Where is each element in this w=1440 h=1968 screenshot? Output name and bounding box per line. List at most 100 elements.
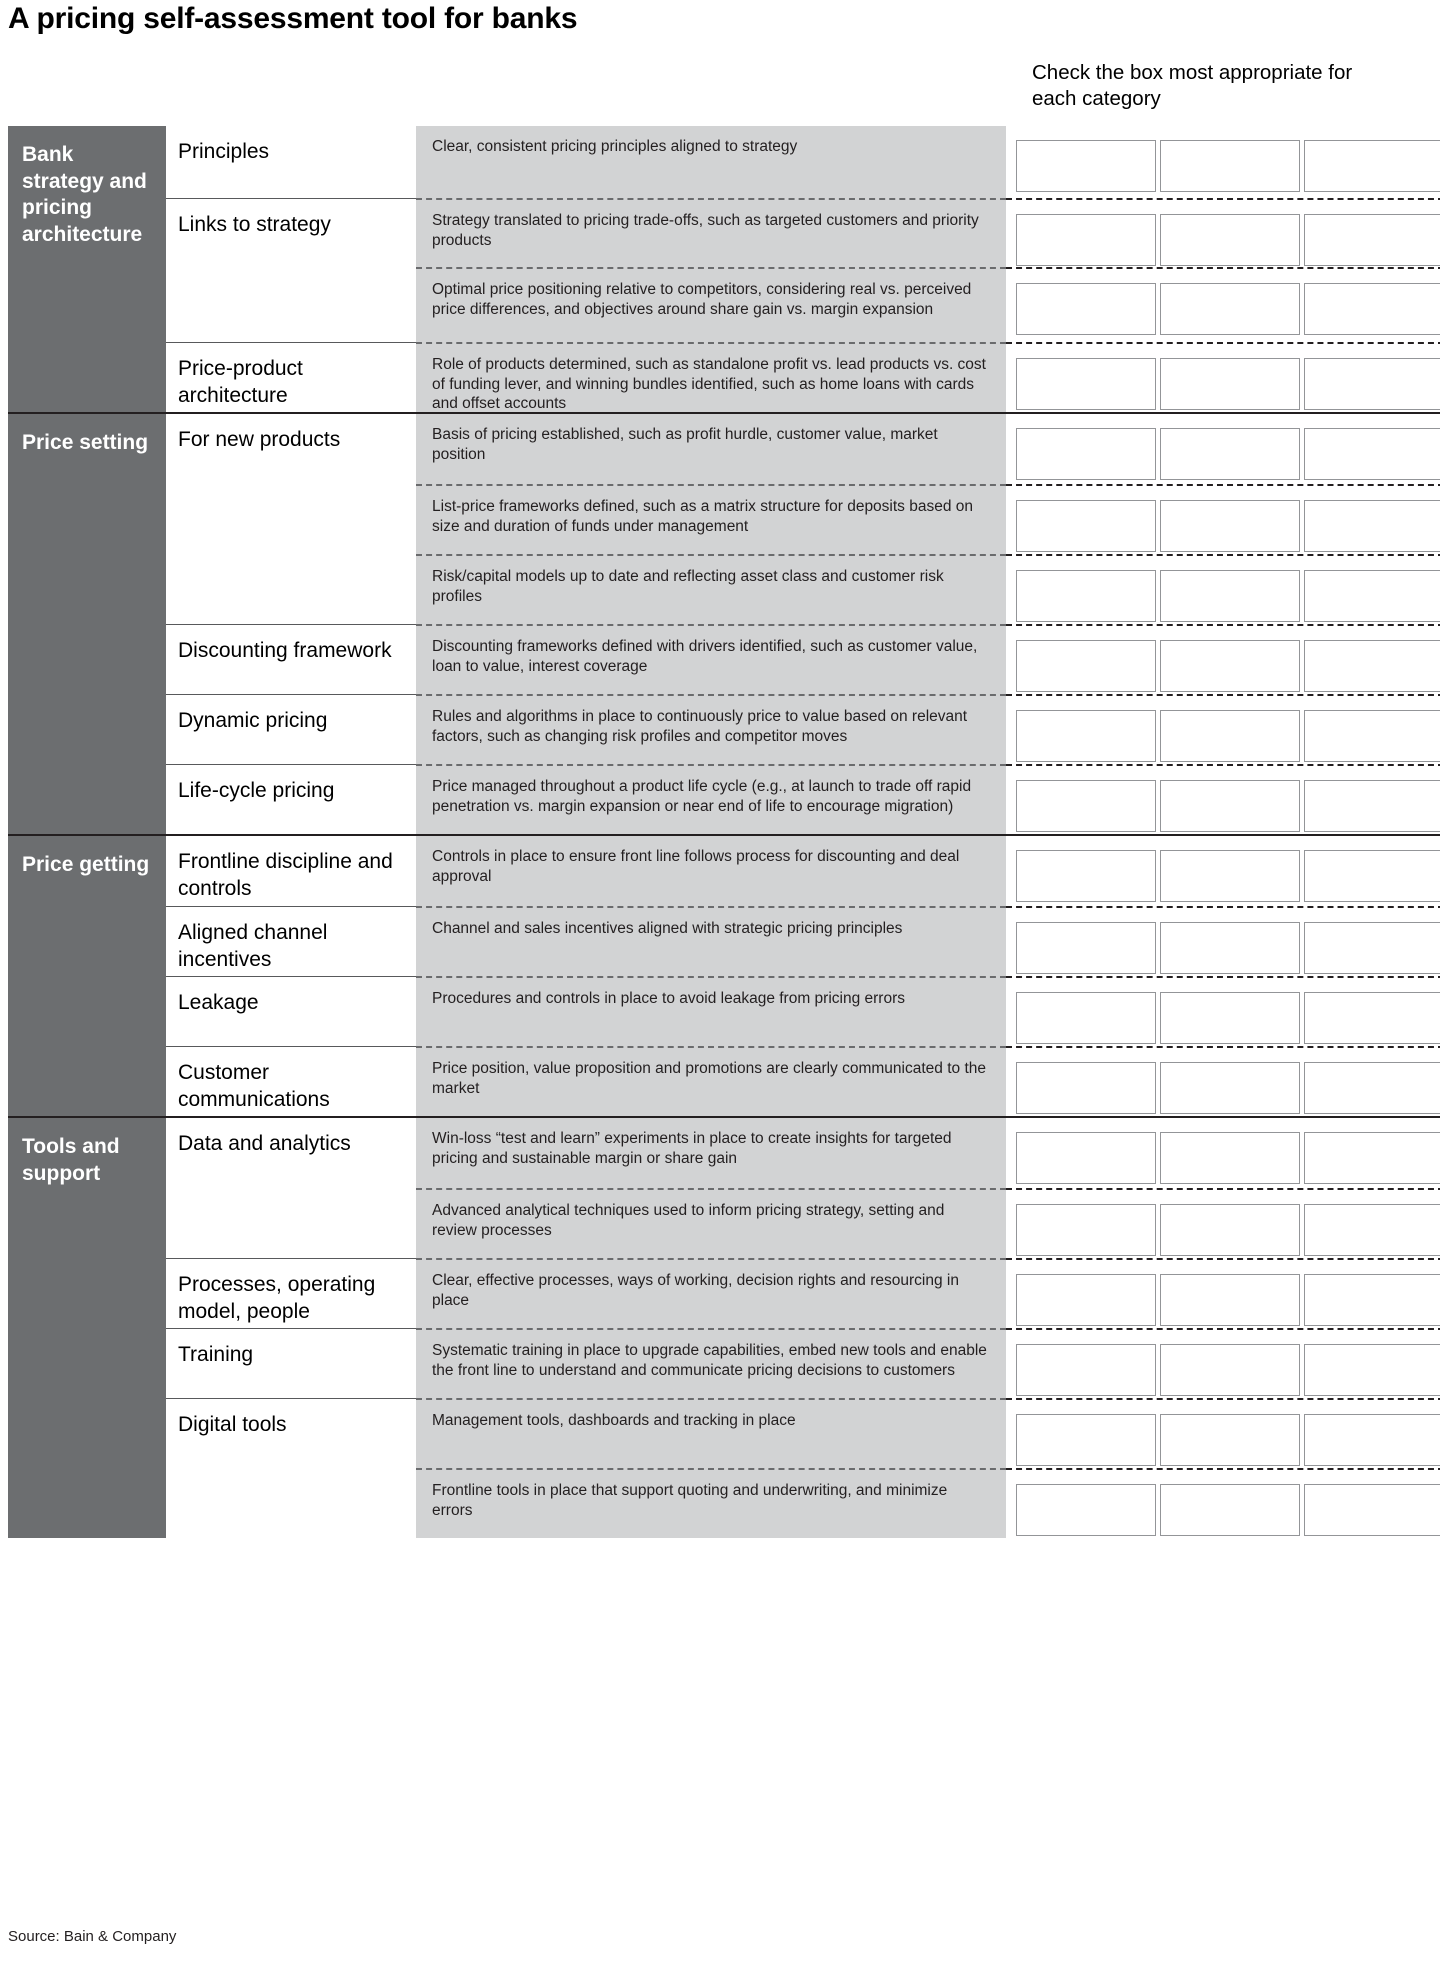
checkbox-advanced[interactable] [1304,570,1440,622]
checkbox-basic[interactable] [1016,283,1156,335]
section-checkbox-column [1006,414,1440,834]
subcategory-label [166,267,416,342]
subcategory-label [166,484,416,554]
criteria-description: Discounting frameworks defined with driv… [416,624,1006,694]
checkbox-moderate[interactable] [1160,780,1300,832]
section-checkbox-column [1006,836,1440,1116]
subcategory-label: Frontline discipline and controls [178,850,393,900]
checkbox-moderate[interactable] [1160,1274,1300,1326]
criteria-description: Risk/capital models up to date and refle… [416,554,1006,624]
section-subcategory-column: Data and analytics Processes, operating m… [166,1118,416,1538]
checkbox-row [1006,1258,1440,1328]
checkbox-moderate[interactable] [1160,1132,1300,1184]
checkbox-row [1006,414,1440,484]
section-category-label: Tools and support [8,1118,166,1538]
subcategory-label: Aligned channel incentives [166,906,416,976]
checkbox-advanced[interactable] [1304,922,1440,974]
checkbox-moderate[interactable] [1160,850,1300,902]
checkbox-advanced[interactable] [1304,358,1440,410]
checkbox-advanced[interactable] [1304,1484,1440,1536]
checkbox-basic[interactable] [1016,1132,1156,1184]
checkbox-advanced[interactable] [1304,283,1440,335]
checkbox-advanced[interactable] [1304,780,1440,832]
subcategory-label: Principles [178,140,270,163]
checkbox-row [1006,484,1440,554]
checkbox-basic[interactable] [1016,570,1156,622]
checkbox-basic[interactable] [1016,640,1156,692]
checkbox-row [1006,764,1440,834]
checkbox-basic[interactable] [1016,922,1156,974]
checkbox-basic[interactable] [1016,1274,1156,1326]
checkbox-basic[interactable] [1016,1062,1156,1114]
checkbox-basic[interactable] [1016,214,1156,266]
checkbox-advanced[interactable] [1304,1204,1440,1256]
checkbox-advanced[interactable] [1304,428,1440,480]
instruction-text: Check the box most appropriate for each … [1032,61,1353,110]
checkbox-basic[interactable] [1016,1414,1156,1466]
checkbox-moderate[interactable] [1160,140,1300,192]
checkbox-advanced[interactable] [1304,710,1440,762]
checkbox-moderate[interactable] [1160,214,1300,266]
checkbox-advanced[interactable] [1304,1344,1440,1396]
checkbox-moderate[interactable] [1160,570,1300,622]
criteria-description: Rules and algorithms in place to continu… [416,694,1006,764]
checkbox-basic[interactable] [1016,1484,1156,1536]
checkbox-advanced[interactable] [1304,1062,1440,1114]
checkbox-basic[interactable] [1016,500,1156,552]
section-subcategory-column: Principles Links to strategy Price-product… [166,126,416,412]
checkbox-row [1006,554,1440,624]
checkbox-moderate[interactable] [1160,1344,1300,1396]
subcategory-label: Links to strategy [166,198,416,267]
subcategory-label [166,1188,416,1258]
checkbox-basic[interactable] [1016,780,1156,832]
criteria-description: Controls in place to ensure front line f… [432,848,960,885]
checkbox-basic[interactable] [1016,992,1156,1044]
section-category-label: Price getting [8,836,166,1116]
checkbox-advanced[interactable] [1304,640,1440,692]
checkbox-basic[interactable] [1016,1204,1156,1256]
assessment-section: Price getting Frontline discipline and co… [8,834,1440,1116]
checkbox-advanced[interactable] [1304,1132,1440,1184]
checkbox-advanced[interactable] [1304,850,1440,902]
checkbox-moderate[interactable] [1160,428,1300,480]
checkbox-moderate[interactable] [1160,500,1300,552]
checkbox-basic[interactable] [1016,358,1156,410]
checkbox-advanced[interactable] [1304,1274,1440,1326]
checkbox-basic[interactable] [1016,710,1156,762]
checkbox-moderate[interactable] [1160,710,1300,762]
checkbox-moderate[interactable] [1160,283,1300,335]
checkbox-basic[interactable] [1016,140,1156,192]
checkbox-advanced[interactable] [1304,214,1440,266]
checkbox-basic[interactable] [1016,428,1156,480]
subcategory-label: Processes, operating model, people [166,1258,416,1328]
section-description-column: Clear, consistent pricing principles ali… [416,126,1006,412]
subcategory-label: Leakage [166,976,416,1046]
criteria-description: Optimal price positioning relative to co… [416,267,1006,342]
checkbox-advanced[interactable] [1304,1414,1440,1466]
checkbox-basic[interactable] [1016,850,1156,902]
section-description-column: Basis of pricing established, such as pr… [416,414,1006,834]
checkbox-row [1006,1398,1440,1468]
checkbox-basic[interactable] [1016,1344,1156,1396]
criteria-description: Win-loss “test and learn” experiments in… [432,1130,952,1167]
criteria-description: Management tools, dashboards and trackin… [416,1398,1006,1468]
subcategory-label: Life-cycle pricing [166,764,416,834]
checkbox-moderate[interactable] [1160,358,1300,410]
criteria-description: Frontline tools in place that support qu… [416,1468,1006,1538]
section-checkbox-column [1006,126,1440,412]
checkbox-advanced[interactable] [1304,140,1440,192]
checkbox-advanced[interactable] [1304,992,1440,1044]
checkbox-moderate[interactable] [1160,1204,1300,1256]
checkbox-advanced[interactable] [1304,500,1440,552]
checkbox-moderate[interactable] [1160,1414,1300,1466]
checkbox-moderate[interactable] [1160,1484,1300,1536]
subcategory-label: Data and analytics [178,1132,351,1155]
subcategory-label: Customer communications [166,1046,416,1116]
checkbox-moderate[interactable] [1160,640,1300,692]
section-category-label: Bank strategy and pricing architecture [8,126,166,412]
criteria-description: Basis of pricing established, such as pr… [432,426,938,463]
checkbox-moderate[interactable] [1160,992,1300,1044]
checkbox-moderate[interactable] [1160,922,1300,974]
checkbox-moderate[interactable] [1160,1062,1300,1114]
criteria-description: Strategy translated to pricing trade-off… [416,198,1006,267]
